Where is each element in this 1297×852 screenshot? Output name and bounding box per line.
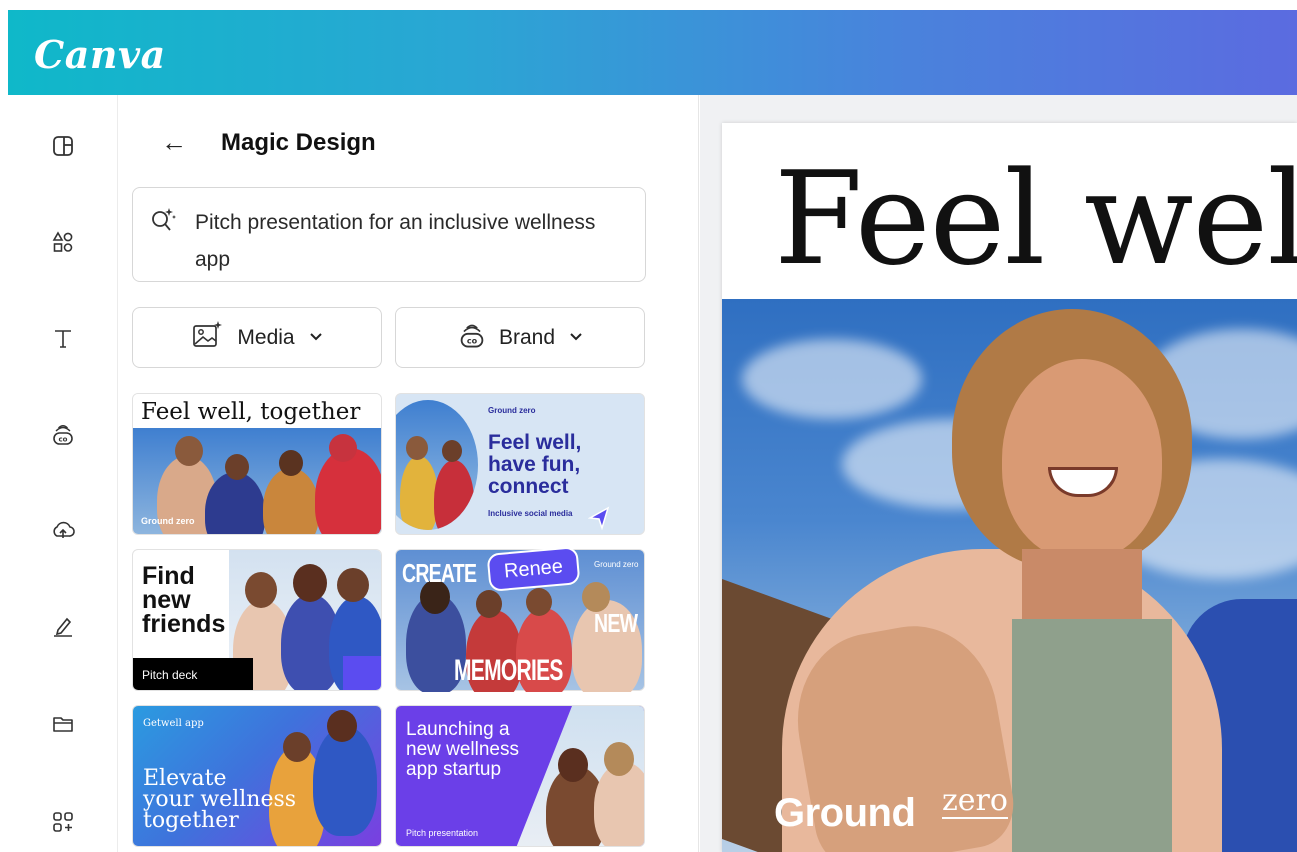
card-headline-line: together [143,808,239,833]
card-headline-line: new wellness [406,739,519,760]
media-magic-icon [191,319,225,357]
back-arrow-icon[interactable]: ← [161,125,187,159]
panel-title: Magic Design [221,129,376,156]
card-headline-line: new [142,586,191,614]
card-brand: Ground zero [594,560,639,569]
media-filter-button[interactable]: Media [132,307,382,368]
template-card-find-new-friends[interactable]: Find new friends Pitch deck [132,549,382,691]
brand-icon[interactable]: co [46,417,80,451]
apps-icon[interactable] [46,805,80,839]
text-icon[interactable] [46,321,80,355]
card-headline-line: have fun, [488,453,581,476]
card-photo [396,400,478,530]
card-brand: Getwell app [143,718,204,729]
card-headline: Elevate your wellness together [143,766,297,833]
uploads-icon[interactable] [46,513,80,547]
card-headline: Find new friends [142,562,226,638]
template-card-feel-well-together[interactable]: Feel well, together Ground zero [132,393,382,535]
top-bar: Canva [8,10,1297,95]
card-headline-line: Feel well, [488,431,582,454]
card-headline-line: Launching a [406,719,510,740]
slide-title[interactable]: Feel wel [774,145,1297,294]
card-headline-line: friends [142,610,226,638]
card-text-new: NEW [594,608,638,638]
canva-logo[interactable]: Canva [34,32,166,77]
template-card-launching-wellness-app[interactable]: Launching a new wellness app startup Pit… [395,705,645,847]
svg-text:co: co [59,436,68,444]
template-card-elevate-your-wellness[interactable]: Getwell app Elevate your wellness togeth… [132,705,382,847]
brand-filter-label: Brand [498,325,556,349]
card-headline-line: Find [142,562,195,590]
card-brand: Ground zero [141,516,195,526]
side-rail: co [8,95,118,852]
card-headline-line: your wellness [143,787,297,812]
card-headline: Launching a new wellness app startup [406,720,519,780]
card-photo: Ground zero [133,428,381,534]
media-filter-label: Media [237,325,295,349]
card-text-create: CREATE [402,558,477,588]
slide-photo[interactable] [722,299,1297,852]
prompt-input[interactable]: Pitch presentation for an inclusive well… [132,187,646,282]
chevron-down-icon [569,329,583,346]
card-headline-line: app startup [406,759,502,780]
cursor-arrow-icon [587,506,610,534]
card-subtitle: Inclusive social media [488,509,573,518]
projects-folder-icon[interactable] [46,707,80,741]
svg-text:co: co [467,336,478,345]
brand-filter-button[interactable]: co Brand [395,307,645,368]
card-title: Feel well, together [133,394,381,428]
card-badge: Pitch deck [133,658,253,690]
template-card-feel-well-have-fun[interactable]: Ground zero Feel well, have fun, connect… [395,393,645,535]
design-canvas-area: Feel wel Ground zero [700,95,1297,852]
slide-brand-sup[interactable]: zero [942,785,1008,819]
design-icon[interactable] [46,129,80,163]
card-text-memories: MEMORIES [454,654,563,687]
draw-icon[interactable] [46,609,80,643]
magic-search-icon [147,204,179,241]
card-brand: Ground zero [488,406,536,415]
slide-preview[interactable]: Feel wel Ground zero [722,123,1297,852]
magic-design-panel: ← Magic Design Pitch presentation for an… [119,95,699,852]
elements-icon[interactable] [46,225,80,259]
card-photo [516,706,644,846]
card-headline-line: connect [488,475,569,498]
collaborator-cursor-label: Renee [486,546,581,592]
prompt-text: Pitch presentation for an inclusive well… [195,211,596,271]
card-headline-line: Elevate [143,766,227,791]
card-headline: Feel well, have fun, connect [488,432,581,498]
template-card-create-new-memories[interactable]: CREATE NEW MEMORIES Ground zero Renee [395,546,645,692]
slide-brand-text[interactable]: Ground [774,791,916,836]
brand-kit-icon: co [457,320,487,356]
card-subtitle: Pitch presentation [406,828,479,838]
chevron-down-icon [309,329,323,346]
